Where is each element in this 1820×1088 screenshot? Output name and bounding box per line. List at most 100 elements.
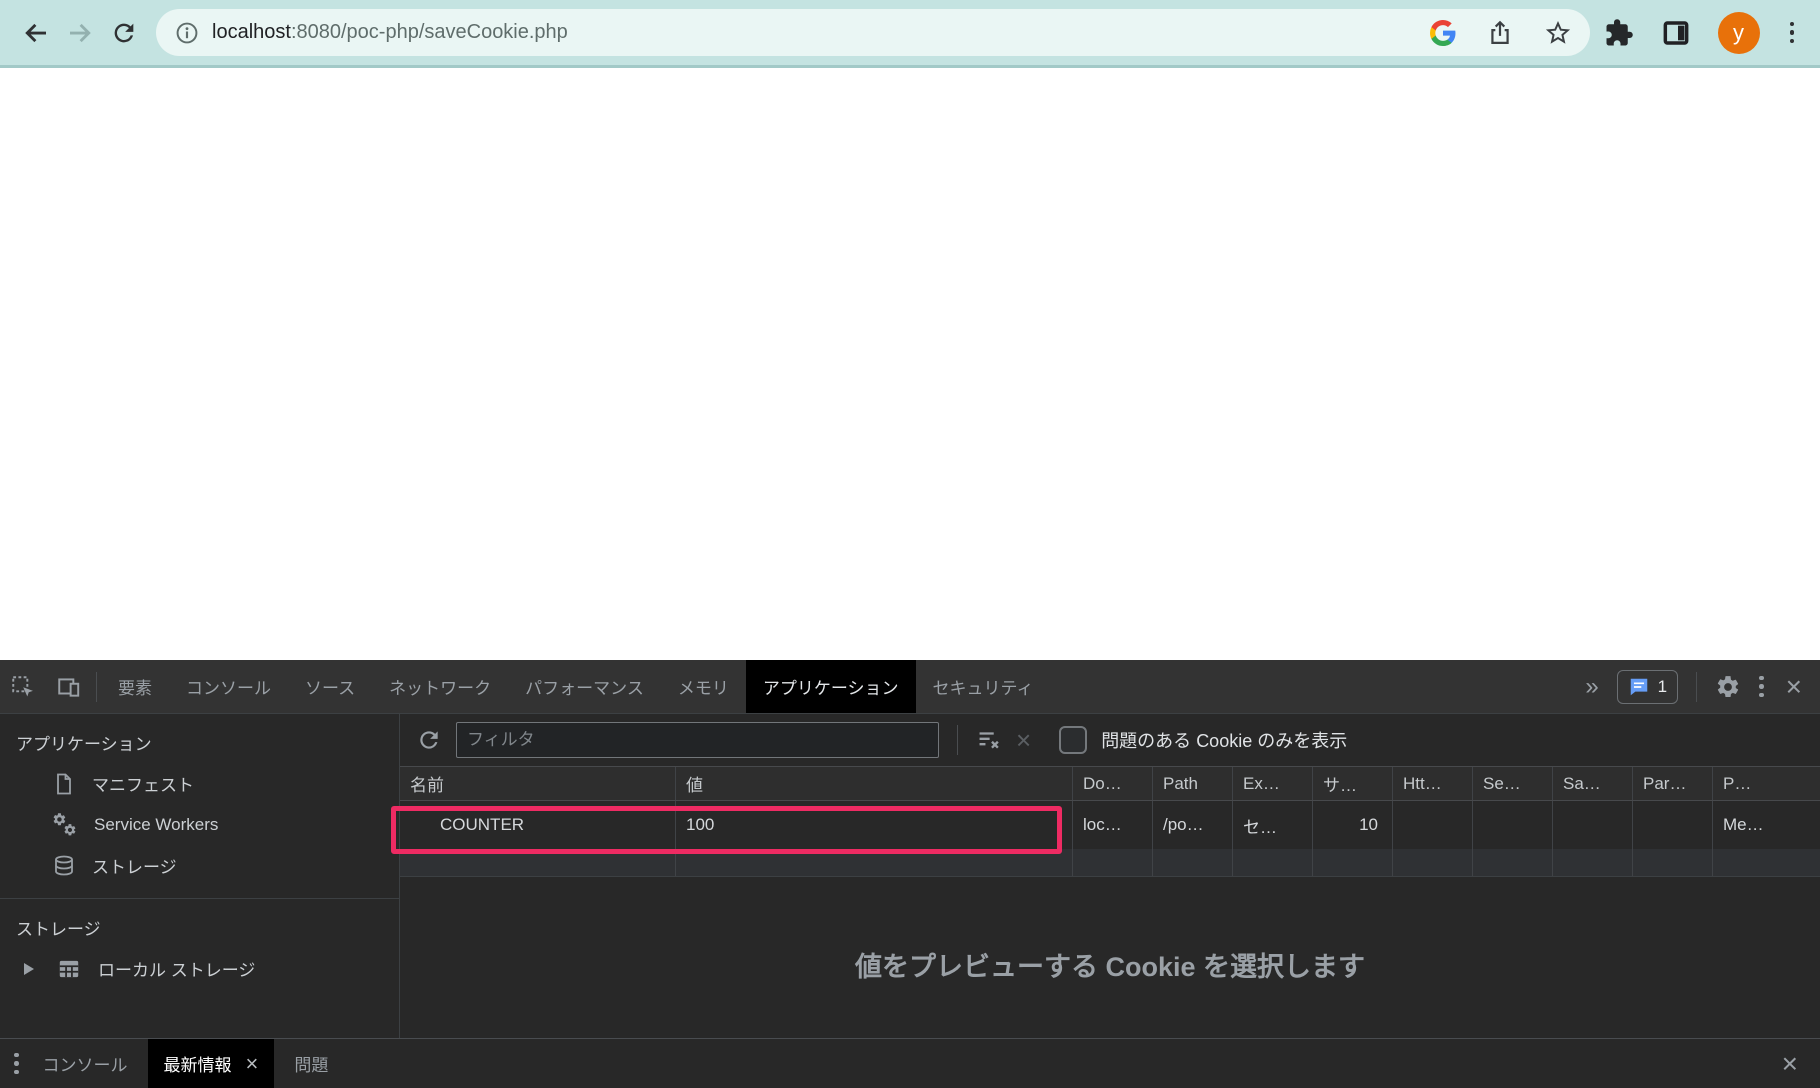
page-info-icon[interactable] (174, 20, 200, 46)
devtools-drawer: コンソール 最新情報 × 問題 × (0, 1038, 1820, 1088)
cookie-size-cell[interactable]: 10 (1313, 801, 1393, 849)
drawer-tab-issues[interactable]: 問題 (274, 1039, 348, 1088)
chrome-menu-icon[interactable] (1786, 18, 1799, 48)
device-toolbar-button[interactable] (46, 660, 92, 713)
devtools-panel: 要素 コンソール ソース ネットワーク パフォーマンス メモリ アプリケーション… (0, 660, 1820, 1088)
extensions-puzzle-icon[interactable] (1604, 18, 1634, 48)
column-header-secure[interactable]: Se… (1473, 767, 1553, 800)
sidebar-section-application: アプリケーション (16, 735, 152, 754)
sidebar-item-storage[interactable]: ストレージ (0, 845, 399, 886)
tab-network[interactable]: ネットワーク (372, 660, 508, 713)
cookies-toolbar: × 問題のある Cookie のみを表示 (400, 714, 1820, 766)
cookie-value-cell[interactable]: 100 (676, 801, 1073, 849)
inspect-cursor-icon (12, 675, 33, 697)
sidebar-item-manifest[interactable]: マニフェスト (0, 763, 399, 804)
cookie-path-cell[interactable]: /po… (1153, 801, 1233, 849)
document-icon (57, 773, 71, 794)
application-sidebar: アプリケーション マニフェスト Service Workers ストレージ スト… (0, 714, 400, 1038)
url-path: :8080/poc-php/saveCookie.php (290, 21, 568, 43)
cookies-table: 名前 値 Do… Path Ex… サ… Htt… Se… Sa… Par… P… (400, 766, 1820, 876)
more-tabs-button[interactable]: » (1579, 673, 1602, 701)
sidebar-item-label: ローカル ストレージ (98, 961, 256, 980)
cookie-partition-cell[interactable] (1633, 801, 1713, 849)
devtools-close-button[interactable]: × (1782, 672, 1806, 701)
google-logo-icon[interactable] (1429, 19, 1456, 46)
drawer-tab-label: 最新情報 (163, 1056, 232, 1075)
messages-badge-button[interactable]: 1 (1616, 669, 1679, 704)
only-issues-checkbox[interactable] (1059, 726, 1088, 754)
column-header-httponly[interactable]: Htt… (1393, 767, 1473, 800)
share-icon[interactable] (1486, 19, 1514, 47)
tab-elements[interactable]: 要素 (101, 660, 169, 713)
forward-button[interactable] (58, 11, 102, 55)
tab-performance[interactable]: パフォーマンス (508, 660, 661, 713)
tab-sources[interactable]: ソース (288, 660, 372, 713)
tab-memory[interactable]: メモリ (661, 660, 746, 713)
tab-application[interactable]: アプリケーション (745, 660, 916, 713)
expander-triangle-icon[interactable] (24, 962, 34, 975)
back-button[interactable] (14, 11, 58, 55)
column-header-name[interactable]: 名前 (400, 767, 676, 800)
reload-button[interactable] (102, 11, 146, 55)
drawer-tab-whats-new[interactable]: 最新情報 × (147, 1039, 275, 1088)
refresh-icon[interactable] (416, 727, 442, 753)
divider (1696, 671, 1698, 702)
cookie-samesite-cell[interactable] (1553, 801, 1633, 849)
bookmark-star-icon[interactable] (1544, 19, 1572, 47)
column-header-partition[interactable]: Par… (1633, 767, 1713, 800)
messages-count: 1 (1657, 676, 1668, 696)
divider (96, 671, 97, 702)
sidebar-item-local-storage[interactable]: ローカル ストレージ (0, 948, 399, 989)
column-header-samesite[interactable]: Sa… (1553, 767, 1633, 800)
column-header-priority[interactable]: P… (1713, 767, 1820, 800)
tab-console[interactable]: コンソール (169, 660, 288, 713)
cookie-secure-cell[interactable] (1473, 801, 1553, 849)
browser-toolbar: localhost:8080/poc-php/saveCookie.php y (0, 0, 1820, 68)
back-arrow-icon (25, 23, 46, 42)
reload-icon (114, 23, 134, 42)
side-panel-icon[interactable] (1660, 17, 1692, 49)
settings-gear-icon[interactable] (1715, 674, 1741, 700)
column-header-value[interactable]: 値 (676, 767, 1073, 800)
chat-bubble-icon (1630, 678, 1647, 695)
forward-arrow-icon (70, 23, 91, 42)
url-text: localhost:8080/poc-php/saveCookie.php (212, 21, 568, 44)
cookie-name-cell[interactable]: COUNTER (400, 801, 676, 849)
cookie-priority-cell[interactable]: Me… (1713, 801, 1820, 849)
drawer-tab-close-icon[interactable]: × (246, 1051, 259, 1077)
empty-table-stripe (400, 849, 1820, 876)
column-header-expires[interactable]: Ex… (1233, 767, 1313, 800)
column-header-path[interactable]: Path (1153, 767, 1233, 800)
column-header-domain[interactable]: Do… (1073, 767, 1153, 800)
drawer-close-button[interactable]: × (1778, 1049, 1802, 1078)
tab-security[interactable]: セキュリティ (916, 660, 1051, 713)
devtools-menu-icon[interactable] (1755, 672, 1768, 702)
page-content (0, 68, 1820, 660)
sidebar-item-label: ストレージ (92, 858, 177, 877)
cookies-panel: × 問題のある Cookie のみを表示 名前 値 Do… Path Ex… サ… (400, 714, 1820, 1038)
sidebar-item-service-workers[interactable]: Service Workers (0, 804, 399, 845)
cookies-table-header: 名前 値 Do… Path Ex… サ… Htt… Se… Sa… Par… P… (400, 767, 1820, 801)
sidebar-item-label: Service Workers (94, 814, 219, 834)
drawer-tab-console[interactable]: コンソール (23, 1039, 148, 1088)
cookie-httponly-cell[interactable] (1393, 801, 1473, 849)
cookie-preview-message: 値をプレビューする Cookie を選択します (854, 952, 1366, 982)
device-toolbar-icon (58, 677, 80, 697)
cookie-expires-cell[interactable]: セ… (1233, 801, 1313, 849)
devtools-tabbar: 要素 コンソール ソース ネットワーク パフォーマンス メモリ アプリケーション… (0, 660, 1820, 714)
database-icon (55, 855, 73, 875)
profile-avatar[interactable]: y (1717, 11, 1760, 54)
sidebar-item-label: マニフェスト (92, 776, 194, 795)
divider (957, 725, 958, 755)
drawer-menu-icon[interactable] (10, 1049, 23, 1079)
cookie-row-counter[interactable]: COUNTER 100 loc… /po… セ… 10 Me… (400, 801, 1820, 849)
cookie-preview-pane: 値をプレビューする Cookie を選択します (400, 876, 1820, 1038)
filter-input[interactable] (456, 722, 939, 758)
delete-cookie-icon[interactable]: × (1016, 727, 1031, 753)
cookie-domain-cell[interactable]: loc… (1073, 801, 1153, 849)
clear-filter-icon[interactable] (976, 727, 1002, 753)
column-header-size[interactable]: サ… (1313, 767, 1393, 800)
address-bar[interactable]: localhost:8080/poc-php/saveCookie.php (156, 9, 1590, 56)
inspect-element-button[interactable] (0, 660, 46, 713)
service-workers-gears-icon (53, 812, 76, 835)
